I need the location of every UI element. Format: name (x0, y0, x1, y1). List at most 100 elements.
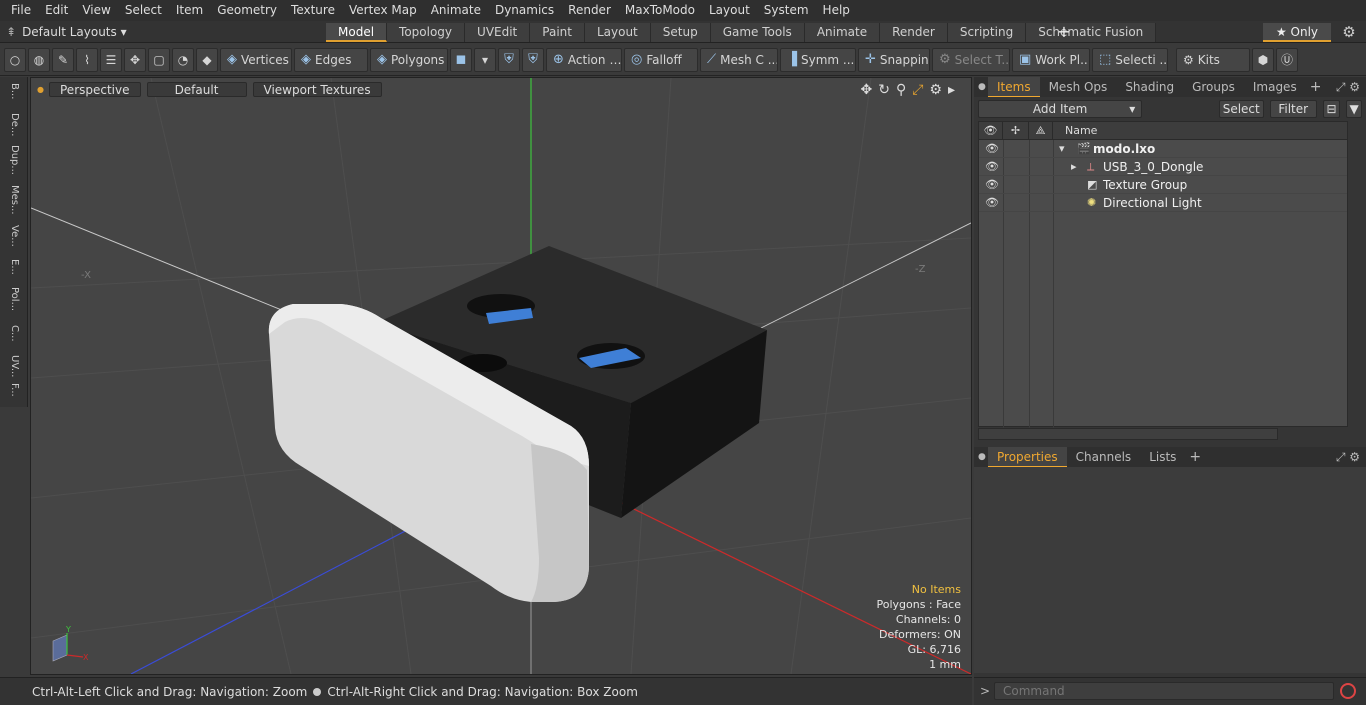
timer-icon[interactable]: ◔ (172, 47, 194, 72)
tree-row-texture-group[interactable]: 👁 ◩ Texture Group (979, 176, 1347, 194)
left-tab-mesh-edit[interactable]: Mes... (4, 185, 20, 219)
menu-system[interactable]: System (757, 0, 816, 21)
left-tab-basic[interactable]: B... (4, 83, 20, 107)
visibility-eye-icon[interactable]: 👁 (985, 194, 999, 212)
menu-file[interactable]: File (4, 0, 38, 21)
zoom-view-icon[interactable]: ⚲ (896, 82, 906, 98)
menu-layout[interactable]: Layout (702, 0, 757, 21)
polygons-button[interactable]: ◈ Polygons (370, 47, 448, 72)
tab-topology[interactable]: Topology (387, 23, 466, 42)
add-panel-tab-button[interactable]: + (1306, 79, 1326, 95)
tab-paint[interactable]: Paint (530, 23, 585, 42)
menu-animate[interactable]: Animate (424, 0, 488, 21)
square-icon[interactable]: ▢ (148, 47, 170, 72)
menu-help[interactable]: Help (816, 0, 857, 21)
panel-expand-gear-icon[interactable]: ⤢ ⚙ (1336, 77, 1360, 97)
visibility-eye-icon[interactable]: 👁 (985, 158, 999, 176)
add-item-button[interactable]: Add Item ▾ (978, 100, 1143, 118)
falloff-button[interactable]: ◎ Falloff (624, 47, 698, 72)
vertices-button[interactable]: ◈ Vertices (220, 47, 292, 72)
tab-properties[interactable]: Properties (988, 447, 1067, 467)
record-macro-icon[interactable] (1340, 683, 1356, 699)
tab-scripting[interactable]: Scripting (947, 23, 1027, 42)
left-tab-deform[interactable]: De... (4, 113, 20, 139)
menu-texture[interactable]: Texture (284, 0, 342, 21)
tab-items[interactable]: Items (988, 77, 1040, 97)
pen-icon[interactable]: ✎ (52, 47, 74, 72)
menu-dynamics[interactable]: Dynamics (488, 0, 561, 21)
tab-mesh-ops[interactable]: Mesh Ops (1040, 77, 1117, 97)
filter-button[interactable]: Filter (1269, 100, 1317, 118)
select-button[interactable]: Select (1218, 100, 1264, 118)
shield-icon[interactable]: ⛨ (498, 47, 520, 72)
gear-icon[interactable]: ⚙ (1338, 21, 1360, 43)
snapping-button[interactable]: ✛Snapping (858, 47, 930, 72)
tab-setup[interactable]: Setup (650, 23, 711, 42)
only-button[interactable]: ★ Only (1263, 23, 1331, 42)
unity-icon[interactable]: ⬢ (1252, 47, 1274, 72)
shading-default-button[interactable]: Default (146, 81, 247, 97)
axis-column-icon[interactable]: ⟁ (1029, 122, 1053, 140)
visibility-eye-icon[interactable]: 👁 (985, 140, 999, 158)
move-view-icon[interactable]: ✥ (860, 82, 872, 98)
left-tab-fusion[interactable]: F... (4, 383, 20, 405)
viewport-textures-button[interactable]: Viewport Textures (252, 81, 382, 97)
fit-view-icon[interactable]: ⤢ (912, 82, 923, 98)
tree-row-usb-dongle[interactable]: 👁 ▸ ⟂ USB_3_0_Dongle (979, 158, 1347, 176)
action-button[interactable]: ⊕ Action… (546, 47, 622, 72)
menu-geometry[interactable]: Geometry (210, 0, 284, 21)
command-input[interactable] (994, 682, 1334, 700)
tab-model[interactable]: Model (326, 23, 388, 42)
selection-sets-button[interactable]: ⬚ Selecti ... (1092, 47, 1168, 72)
tab-animate[interactable]: Animate (804, 23, 881, 42)
menu-item[interactable]: Item (169, 0, 210, 21)
name-column-header[interactable]: Name (1053, 122, 1347, 140)
left-tab-uv[interactable]: UV... (4, 355, 20, 379)
left-tab-curve[interactable]: C... (4, 325, 20, 349)
left-tab-duplicate[interactable]: Dup... (4, 145, 20, 179)
add-layout-tab-button[interactable]: + (1056, 21, 1072, 43)
lock-column-icon[interactable]: ✢ (1003, 122, 1029, 140)
select-circle-icon[interactable]: ○ (4, 47, 26, 72)
tree-row-directional-light[interactable]: 👁 ✺ Directional Light (979, 194, 1347, 212)
left-tab-polygon[interactable]: Pol... (4, 287, 20, 319)
work-plane-button[interactable]: ▣ Work Pl... (1012, 47, 1090, 72)
menu-edit[interactable]: Edit (38, 0, 75, 21)
tab-shading[interactable]: Shading (1116, 77, 1183, 97)
tree-row-modo-lxo[interactable]: 👁 ▾ 🎬 modo.lxo (979, 140, 1347, 158)
menu-view[interactable]: View (75, 0, 117, 21)
left-tab-edge[interactable]: E... (4, 259, 20, 281)
kits-button[interactable]: ⚙ Kits (1176, 47, 1250, 72)
edges-button[interactable]: ◈ Edges (294, 47, 368, 72)
shield-check-icon[interactable]: ⛨ (522, 47, 544, 72)
expand-arrow-icon[interactable]: ▸ (1071, 158, 1077, 176)
perspective-button[interactable]: Perspective (49, 81, 141, 97)
tab-uvedit[interactable]: UVEdit (465, 23, 531, 42)
menu-vertex-map[interactable]: Vertex Map (342, 0, 424, 21)
funnel-icon[interactable]: ▼ (1346, 100, 1363, 118)
select-through-button[interactable]: ⚙ Select T... (932, 47, 1010, 72)
tab-render[interactable]: Render (880, 23, 948, 42)
rotate-view-icon[interactable]: ↻ (878, 82, 890, 98)
unreal-icon[interactable]: Ⓤ (1276, 47, 1298, 72)
cube-icon[interactable]: ◆ (196, 47, 218, 72)
tab-game-tools[interactable]: Game Tools (710, 23, 805, 42)
menu-render[interactable]: Render (561, 0, 618, 21)
item-mode-icon[interactable]: ◼ (450, 47, 472, 72)
tab-layout[interactable]: Layout (584, 23, 651, 42)
stack-icon[interactable]: ☰ (100, 47, 122, 72)
symmetry-button[interactable]: ▐ Symm ... (780, 47, 856, 72)
viewport-expand-icon[interactable]: ▸ (948, 82, 955, 98)
tab-images[interactable]: Images (1244, 77, 1306, 97)
props-menu-dot[interactable]: ● (978, 452, 986, 462)
panel-menu-dot[interactable]: ● (978, 82, 986, 92)
transform-icon[interactable]: ✥ (124, 47, 146, 72)
tab-groups[interactable]: Groups (1183, 77, 1244, 97)
tree-horizontal-scrollbar[interactable] (978, 428, 1278, 440)
visibility-eye-icon[interactable]: 👁 (985, 176, 999, 194)
mesh-constraint-button[interactable]: ⟋ Mesh C ... (700, 47, 778, 72)
menu-select[interactable]: Select (118, 0, 169, 21)
viewport-menu-dot[interactable]: ● (37, 85, 44, 94)
tab-lists[interactable]: Lists (1140, 447, 1185, 467)
3d-viewport[interactable]: -X -Z ● Perspective Default Viewport Tex… (30, 77, 972, 675)
